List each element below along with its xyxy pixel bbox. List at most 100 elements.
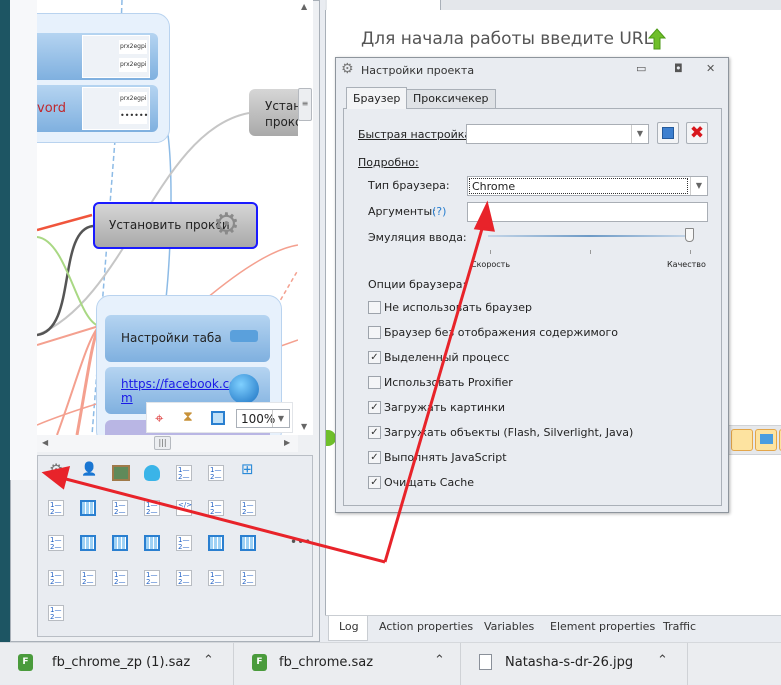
node-field-value: prx2egpi	[119, 92, 147, 106]
option-checkbox[interactable]: ✓	[368, 351, 381, 364]
node-url-link[interactable]: https://facebook.co m	[121, 377, 237, 405]
project-canvas[interactable]: prx2egpi prx2egpi vord prx2egpi •••••• У…	[37, 0, 298, 435]
tab-action-properties[interactable]: Action properties	[379, 620, 473, 633]
zoom-select[interactable]: 100% ▼	[236, 409, 290, 428]
code-icon[interactable]: </>	[176, 500, 192, 516]
list-icon[interactable]: 1— 2—	[240, 570, 256, 586]
grid-icon[interactable]	[144, 535, 160, 551]
node-set-proxy-selected[interactable]: Установить прокси ⚙	[93, 202, 258, 249]
grid-icon[interactable]	[80, 500, 96, 516]
gear-icon: ⚙	[213, 207, 240, 242]
hourglass-icon[interactable]: ⧗	[183, 409, 193, 425]
chevron-up-icon[interactable]: ⌃	[434, 653, 445, 668]
chevron-down-icon[interactable]: ▼	[690, 177, 707, 195]
tab-element-properties[interactable]: Element properties	[550, 620, 655, 633]
sitemap-icon[interactable]: ⊞	[240, 462, 256, 481]
list-icon[interactable]: 1— 2—	[80, 570, 96, 586]
close-button[interactable]: ✕	[706, 62, 715, 75]
scroll-left-icon[interactable]: ◀	[42, 438, 48, 447]
option-checkbox[interactable]	[368, 301, 381, 314]
scroll-down-icon[interactable]: ▼	[301, 422, 307, 431]
canvas-vertical-scrollbar[interactable]: ▲ ≡ ▼	[298, 0, 313, 435]
chevron-up-icon[interactable]: ⌃	[203, 653, 214, 668]
list-icon[interactable]: 1— 2—	[176, 535, 192, 551]
download-item[interactable]: F fb_chrome.saz ⌃	[234, 643, 461, 685]
maximize-button[interactable]: ◘	[674, 62, 683, 75]
list-icon[interactable]: 1— 2—	[48, 570, 64, 586]
option-checkbox[interactable]	[368, 376, 381, 389]
browser-type-select[interactable]: Chrome ▼	[467, 176, 708, 196]
grid-icon[interactable]	[80, 535, 96, 551]
list-icon[interactable]: 1— 2—	[144, 500, 160, 516]
node-login[interactable]: prx2egpi prx2egpi	[37, 33, 158, 80]
grid-icon[interactable]	[208, 535, 224, 551]
slider-tick	[590, 250, 591, 254]
grid-icon[interactable]	[240, 535, 256, 551]
option-label: Загружать объекты (Flash, Silverlight, J…	[384, 426, 634, 439]
minimize-button[interactable]: ▭	[636, 62, 646, 75]
tab-variables[interactable]: Variables	[484, 620, 534, 633]
list-icon[interactable]: 1— 2—	[112, 500, 128, 516]
arguments-help-link[interactable]: (?)	[432, 205, 446, 218]
fiddler-file-icon: F	[18, 654, 33, 671]
tab-browser[interactable]: Браузер	[346, 87, 408, 109]
option-label: Не использовать браузер	[384, 301, 532, 314]
slider-thumb[interactable]	[685, 228, 694, 242]
list-icon[interactable]: 1— 2—	[208, 465, 224, 481]
quick-setup-select[interactable]: ▼	[466, 124, 649, 144]
download-item[interactable]: img Natasha-s-dr-26.jpg ⌃	[461, 643, 688, 685]
delete-preset-button[interactable]: ✖	[686, 122, 708, 144]
tab-proxychecker[interactable]: Проксичекер	[406, 89, 496, 108]
scrollbar-thumb[interactable]: ≡	[298, 88, 312, 121]
window-icon[interactable]	[211, 411, 225, 425]
list-icon[interactable]: 1— 2—	[208, 500, 224, 516]
canvas-horizontal-scrollbar[interactable]: ◀ ||| ▶	[37, 435, 298, 452]
node-password[interactable]: vord prx2egpi ••••••	[37, 85, 158, 132]
list-icon[interactable]: 1— 2—	[240, 500, 256, 516]
bug-icon[interactable]	[144, 465, 160, 481]
user-icon[interactable]: 👤	[80, 463, 97, 481]
more-icon[interactable]: •••	[290, 535, 311, 549]
list-icon[interactable]: 1— 2—	[48, 605, 64, 621]
option-checkbox[interactable]: ✓	[368, 476, 381, 489]
node-tab-settings[interactable]: Настройки таба	[105, 315, 270, 362]
zoom-value: 100%	[241, 412, 276, 426]
scroll-up-icon[interactable]: ▲	[301, 2, 307, 11]
chevron-down-icon[interactable]: ▼	[631, 125, 648, 143]
grid-icon[interactable]	[112, 535, 128, 551]
node-set-proxy-2[interactable]: Устан прокс	[249, 89, 298, 136]
crosshair-icon[interactable]: ⌖	[155, 409, 163, 427]
list-icon[interactable]: 1— 2—	[144, 570, 160, 586]
list-icon[interactable]: 1— 2—	[48, 535, 64, 551]
stop-icon[interactable]	[731, 429, 753, 451]
list-icon[interactable]: 1— 2—	[112, 570, 128, 586]
option-checkbox[interactable]	[368, 326, 381, 339]
tab-traffic[interactable]: Traffic	[663, 620, 696, 633]
gear-icon[interactable]: ⚙	[48, 462, 64, 481]
save-preset-button[interactable]	[657, 122, 679, 144]
chevron-up-icon[interactable]: ⌃	[657, 653, 668, 668]
input-emulation-slider[interactable]	[488, 228, 694, 242]
tab-log[interactable]: Log	[339, 620, 359, 633]
list-icon[interactable]: 1— 2—	[176, 570, 192, 586]
download-item[interactable]: F fb_chrome_zp (1).saz ⌃	[0, 643, 234, 685]
scroll-right-icon[interactable]: ▶	[284, 438, 290, 447]
monitor-icon[interactable]	[755, 429, 777, 451]
list-icon[interactable]: 1— 2—	[48, 500, 64, 516]
scrollbar-thumb[interactable]: |||	[154, 436, 171, 450]
tab-gear-icon	[230, 330, 258, 342]
action-toolbox: ⚙ 👤 1— 2— 1— 2— ⊞ 1— 2— 1— 2— 1— 2— </> 1— 2— 1— 2…	[37, 455, 313, 637]
list-icon[interactable]: 1— 2—	[176, 465, 192, 481]
arguments-input[interactable]	[467, 202, 708, 222]
quick-setup-label[interactable]: Быстрая настройка:	[358, 128, 475, 141]
option-checkbox[interactable]: ✓	[368, 426, 381, 439]
option-checkbox[interactable]: ✓	[368, 451, 381, 464]
option-checkbox[interactable]: ✓	[368, 401, 381, 414]
board-icon[interactable]	[112, 465, 130, 481]
input-emulation-label: Эмуляция ввода:	[368, 231, 467, 244]
chevron-down-icon[interactable]: ▼	[272, 410, 289, 427]
download-filename: Natasha-s-dr-26.jpg	[505, 655, 634, 670]
browser-hint: Для начала работы введите URL	[361, 29, 654, 49]
browser-tab[interactable]	[327, 0, 441, 10]
list-icon[interactable]: 1— 2—	[208, 570, 224, 586]
